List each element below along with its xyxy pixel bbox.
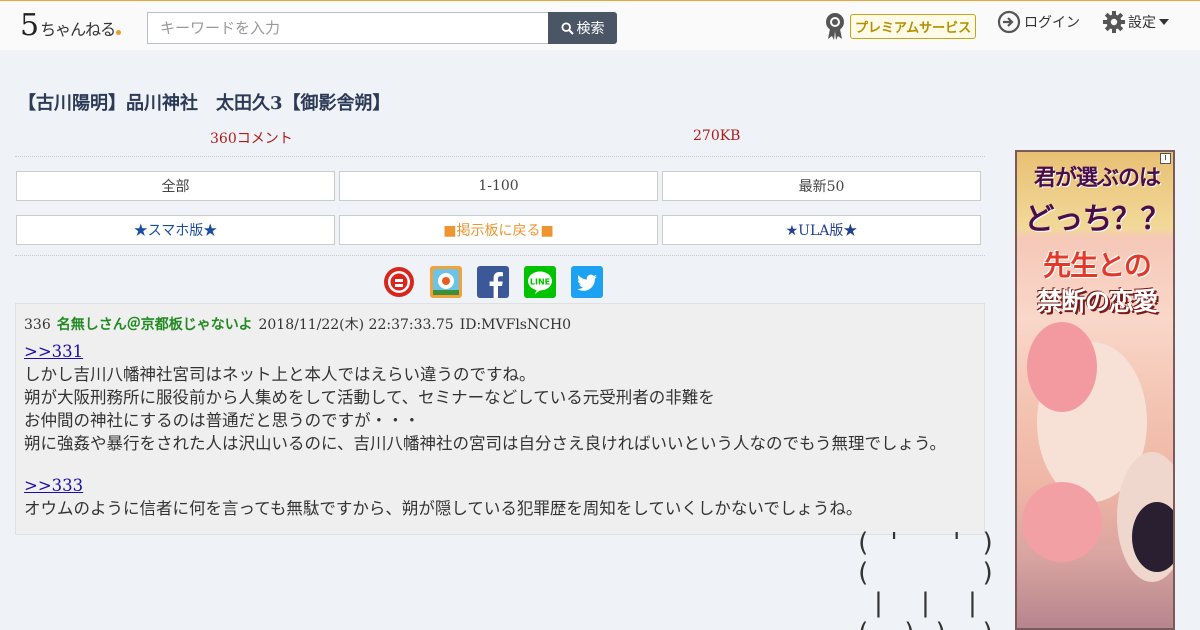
logo-number: 5 [20, 8, 40, 43]
divider [15, 255, 985, 256]
search-button-label: 検索 [576, 21, 605, 37]
ad-headline: どっち？？ [1024, 202, 1171, 237]
premium-badge: プレミアムサービス [850, 13, 977, 39]
premium-service[interactable]: プレミアムサービス [823, 11, 977, 41]
post-line: オウムのように信者に何を言っても無駄ですから、朔が隠している犯罪歴を周知をしてい… [24, 499, 863, 518]
post-body: >>331 しかし吉川八幡神社宮司はネット上と本人ではえらい違うのですね。 朔が… [24, 340, 979, 520]
ad-info-icon[interactable]: i [1160, 153, 1171, 164]
matome-icon[interactable] [383, 266, 415, 298]
login-label: ログイン [1024, 15, 1080, 31]
logo-text: ちゃんねる [40, 20, 116, 39]
post: 336 名無しさん＠京都板じゃないよ 2018/11/22(木) 22:37:3… [15, 303, 985, 535]
all-button[interactable]: 全部 [16, 171, 335, 201]
settings-menu[interactable]: 設定 [1102, 10, 1169, 34]
ad-figure [1027, 322, 1097, 412]
back-to-board-button[interactable]: ■掲示板に戻る■ [339, 215, 658, 245]
ad-headline: 禁断の恋愛 [1036, 287, 1158, 316]
reply-anchor[interactable]: >>331 [24, 342, 83, 361]
range-button[interactable]: 1-100 [339, 171, 658, 201]
search-button[interactable]: 検索 [548, 12, 617, 44]
comment-count: 360コメント [210, 131, 293, 147]
logo-dot [116, 30, 122, 35]
login-icon [997, 10, 1021, 34]
twitter-icon[interactable] [571, 266, 603, 298]
svg-text:LINE: LINE [530, 278, 550, 287]
award-icon [826, 13, 844, 40]
post-id[interactable]: ID:MVFlsNCH0 [460, 317, 571, 333]
gear-icon [1103, 11, 1125, 33]
advertisement-banner[interactable]: 君が選ぶのは どっち？？ 先生との 禁断の恋愛 i [1015, 150, 1175, 630]
ad-figure [1132, 502, 1173, 572]
latest-button[interactable]: 最新50 [662, 171, 981, 201]
ad-figure [1022, 482, 1102, 562]
site-logo[interactable]: 5 ちゃんねる [20, 8, 122, 43]
line-icon[interactable]: LINE [524, 266, 556, 298]
login-link[interactable]: ログイン [997, 10, 1080, 34]
thread-size: 270KB [693, 128, 741, 144]
search-input[interactable] [147, 12, 549, 44]
post-line: 朔が大阪刑務所に服役前から人集めをして活動して、セミナーなどしている元受刑者の非… [24, 388, 715, 407]
post-header: 336 名無しさん＠京都板じゃないよ 2018/11/22(木) 22:37:3… [24, 314, 571, 334]
ad-headline: 先生との [1043, 249, 1152, 282]
poster-name: 名無しさん＠京都板じゃないよ [56, 317, 253, 333]
ascii-art: ( ' ' ) ( ) | | | (__)_)__) [855, 528, 996, 630]
chevron-down-icon [1159, 19, 1169, 25]
reply-anchor[interactable]: >>333 [24, 476, 83, 495]
divider [15, 156, 985, 157]
post-number[interactable]: 336 [24, 317, 51, 333]
post-line: お仲間の神社にするのは普通だと思うのですが・・・ [24, 411, 421, 430]
bookmark-icon[interactable] [430, 266, 462, 298]
smartphone-button[interactable]: ★スマホ版★ [16, 215, 335, 245]
settings-label: 設定 [1128, 15, 1156, 31]
facebook-icon[interactable] [477, 266, 509, 298]
post-line: しかし吉川八幡神社宮司はネット上と本人ではえらい違うのですね。 [24, 365, 536, 384]
top-bar: 5 ちゃんねる 検索 プレミアムサービス ログイン [0, 0, 1200, 50]
search-icon [560, 21, 574, 35]
thread-title: 【古川陽明】品川神社 太田久3【御影舎朔】 [18, 93, 391, 114]
post-line: 朔に強姦や暴行をされた人は沢山いるのに、吉川八幡神社の宮司は自分さえ良ければいい… [24, 434, 947, 453]
post-date: 2018/11/22(木) 22:37:33.75 [258, 317, 454, 333]
ad-headline: 君が選ぶのは [1033, 166, 1161, 191]
ula-button[interactable]: ★ULA版★ [662, 215, 981, 245]
